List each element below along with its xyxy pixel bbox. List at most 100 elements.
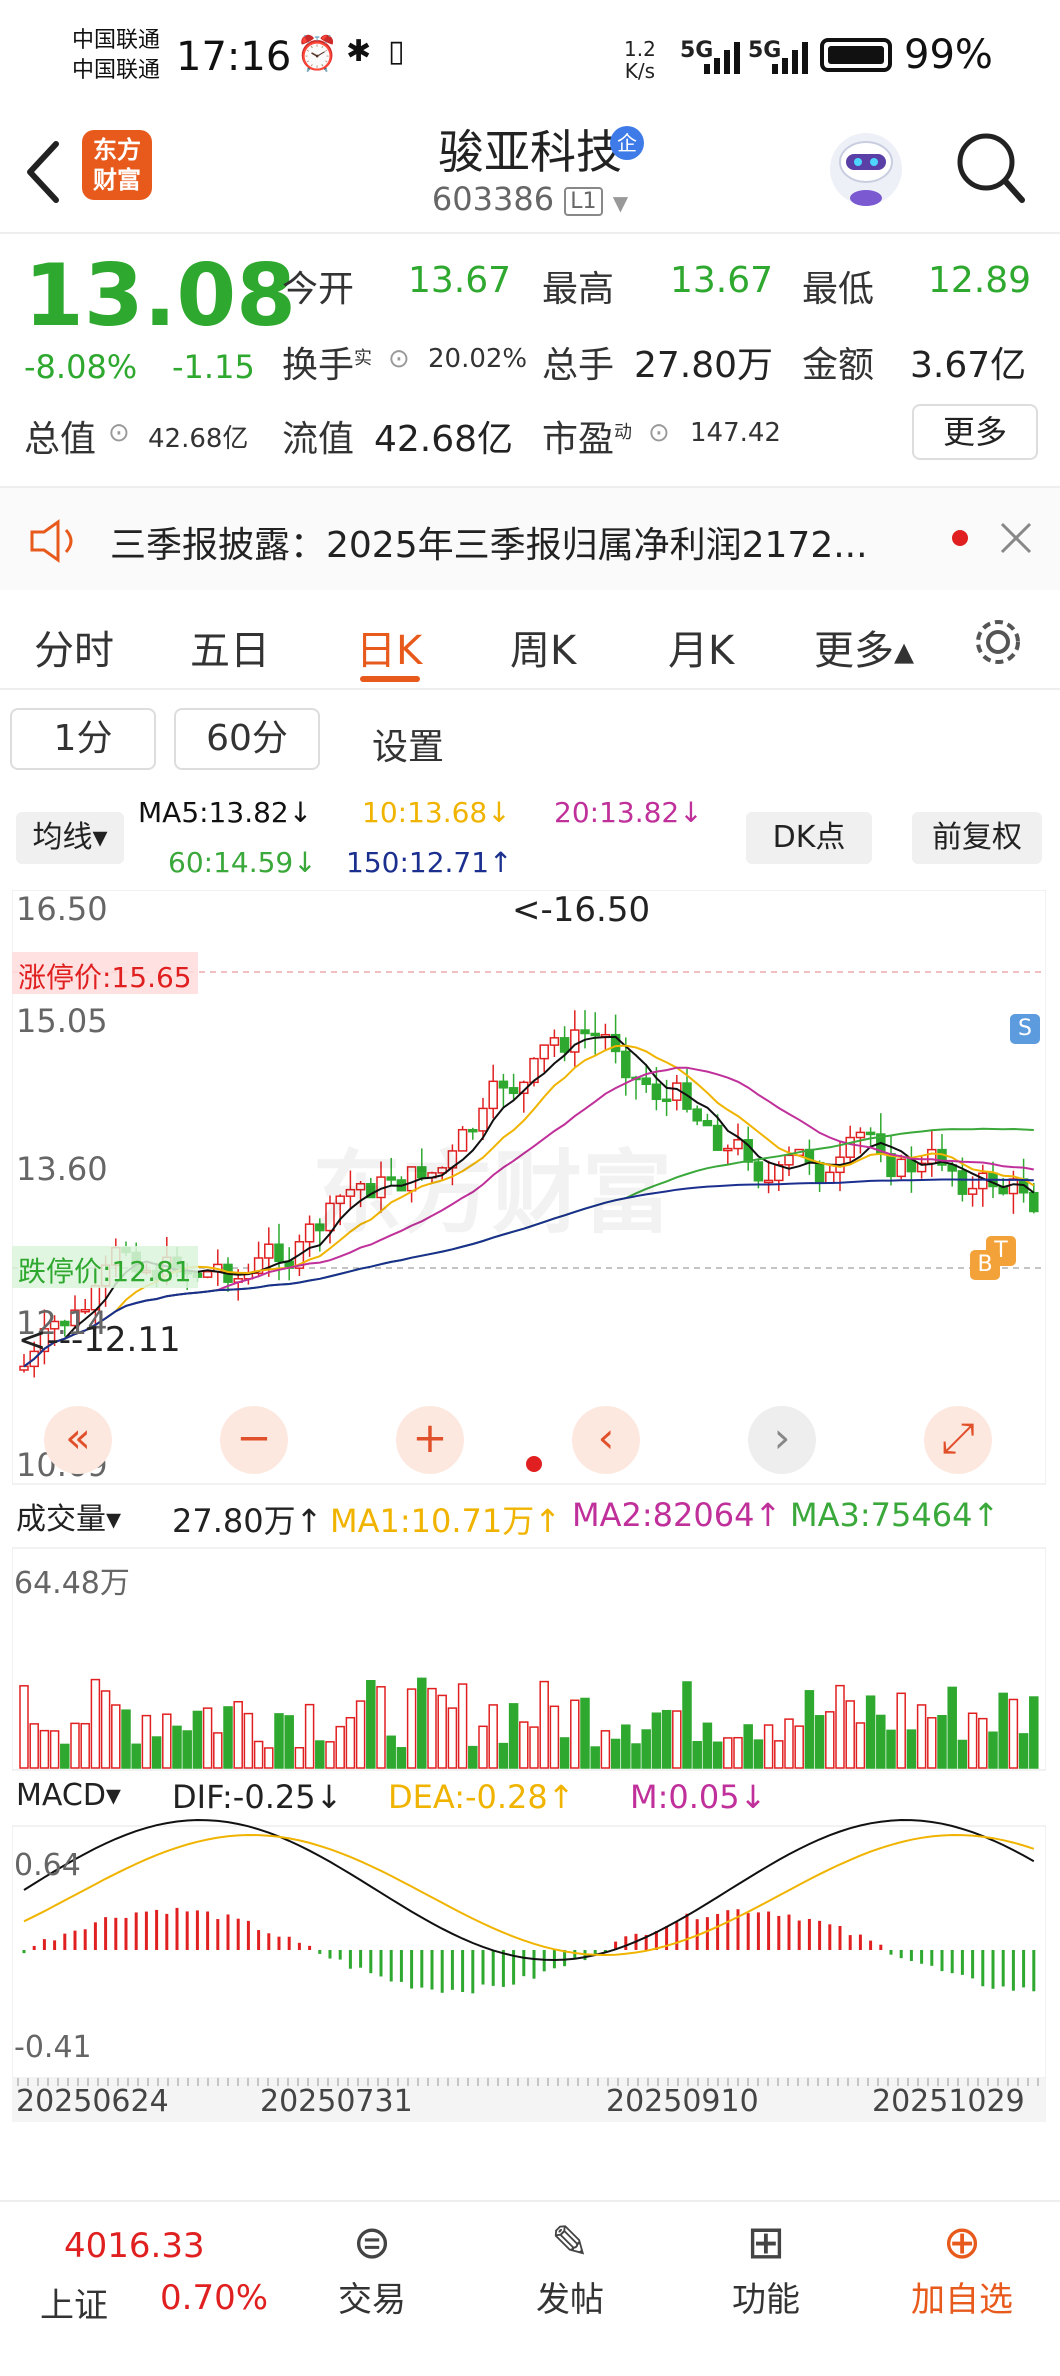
search-icon[interactable] [954,130,1026,206]
more-button[interactable]: 更多 [912,404,1038,460]
info-icon[interactable]: ⊙ [388,344,410,374]
info-icon[interactable]: ⊙ [648,418,670,448]
stock-header: 东方 财富 骏亚科技 企 603386 L1 ▼ [0,110,1060,234]
volume-bar [590,1746,600,1769]
candle-body [865,1131,876,1136]
buy-signal[interactable]: B [970,1250,1000,1280]
candle-body [855,1131,866,1139]
carrier-2: 中国联通 [72,58,161,83]
candle-body [692,1108,702,1122]
signal-1-icon [704,42,740,74]
gear-icon[interactable] [970,614,1026,670]
index-value[interactable]: 4016.33 [64,2226,205,2266]
volume-bar [274,1713,284,1769]
y-label-3: 13.60 [16,1150,108,1188]
level-badge: L1 [564,186,603,216]
chart-area[interactable]: 16.50 涨停价:15.65 15.05 13.60 跌停价:12.81 12… [11,889,1047,2160]
ma20-legend: 20:13.82↓ [554,796,703,829]
volume-bar [172,1725,182,1769]
tab-daily-k[interactable]: 日K [356,618,422,676]
limit-up-label: 涨停价:15.65 [12,952,198,994]
volume-bar [916,1704,927,1769]
volume-selector[interactable]: 成交量▾ [16,1494,121,1540]
index-name[interactable]: 上证 [40,2278,108,2327]
volume-bar [774,1740,784,1769]
volume-bar [855,1722,866,1769]
tab-five-day[interactable]: 五日 [190,618,270,676]
dk-point-button[interactable]: DK点 [746,812,872,864]
tab-monthly-k[interactable]: 月K [668,618,734,676]
vol-ma3-legend: MA3:75464↑ [790,1496,1000,1534]
volume-bar [825,1711,835,1769]
period-tabs: 分时 五日 日K 周K 月K 更多▴ [0,590,1060,690]
volume-bar [743,1724,753,1769]
macd-top-label: 0.64 [14,1848,81,1883]
candle-body [590,1032,600,1037]
scroll-start-button[interactable]: « [44,1406,112,1474]
candle-body [712,1124,723,1151]
index-change[interactable]: 0.70% [160,2278,268,2318]
volume-bar [906,1729,917,1769]
function-label: 功能 [732,2280,800,2320]
trade-label: 交易 [338,2280,406,2320]
robot-avatar-icon[interactable] [826,124,906,214]
volume-bar [641,1729,651,1769]
turnover-label-text: 换手 [282,345,355,386]
function-button[interactable]: ⊞ 功能 [686,2212,846,2321]
volume-bar [243,1712,254,1769]
volume-label: 总手 [542,345,615,386]
volume-bar [406,1688,417,1769]
settings-link[interactable]: 设置 [372,718,444,770]
high-value: 13.67 [670,260,774,301]
volume-bar [304,1703,315,1769]
volume-bar [978,1717,988,1769]
yuan-icon: ⊜ [352,2215,392,2269]
tab-intraday[interactable]: 分时 [34,618,114,676]
ma-selector[interactable]: 均线▾ [16,812,124,864]
post-button[interactable]: ✎ 发帖 [490,2212,650,2321]
volume-bar [672,1710,682,1769]
zoom-out-button[interactable]: − [220,1406,288,1474]
macd-selector[interactable]: MACD▾ [16,1778,121,1813]
volume-bar [213,1732,223,1769]
volume-bar [70,1722,80,1769]
option-1min[interactable]: 1分 [10,708,156,770]
adjust-button[interactable]: 前复权 [912,812,1042,864]
volume-bar [651,1712,662,1769]
candle-body [559,1037,570,1053]
tab-more[interactable]: 更多▴ [814,618,914,676]
candle-body [621,1050,631,1079]
trade-button[interactable]: ⊜ 交易 [292,2212,452,2321]
info-icon[interactable]: ⊙ [108,418,130,448]
volume-bar [162,1713,172,1769]
stock-code: 603386 [431,180,555,218]
close-icon[interactable] [998,520,1034,556]
notice-text: 三季报披露：2025年三季报归属净利润2172... [110,525,868,566]
option-60min[interactable]: 60分 [174,708,320,770]
tab-weekly-k[interactable]: 周K [510,618,576,676]
volume-bar [315,1740,325,1769]
turnover-value: 20.02% [428,344,528,374]
volume-bar [570,1699,580,1769]
volume-bar [753,1739,764,1769]
change-percent: -8.08% [24,348,138,386]
add-watchlist-button[interactable]: ⊕ 加自选 [882,2212,1042,2321]
dif-line [23,1818,1035,1962]
net-speed-unit: K/s [624,59,656,83]
volume-bar [457,1683,468,1769]
y-label-2: 15.05 [16,1002,108,1040]
chevron-down-icon: ▼ [612,191,629,215]
scroll-right-button[interactable]: › [748,1406,816,1474]
scroll-left-button[interactable]: ‹ [572,1406,640,1474]
notice-bar[interactable]: 三季报披露：2025年三季报归属净利润2172... [0,486,1060,590]
low-value: 12.89 [928,260,1032,301]
candle-body [886,1153,896,1178]
add-watchlist-label: 加自选 [911,2280,1013,2320]
volume-bar [60,1743,70,1769]
battery-percent: 99% [904,32,993,78]
zoom-in-button[interactable]: + [396,1406,464,1474]
candle-body [651,1083,662,1101]
sell-signal[interactable]: S [1010,1014,1040,1044]
unread-dot [952,530,968,546]
fullscreen-button[interactable]: ⤢ [924,1406,992,1474]
